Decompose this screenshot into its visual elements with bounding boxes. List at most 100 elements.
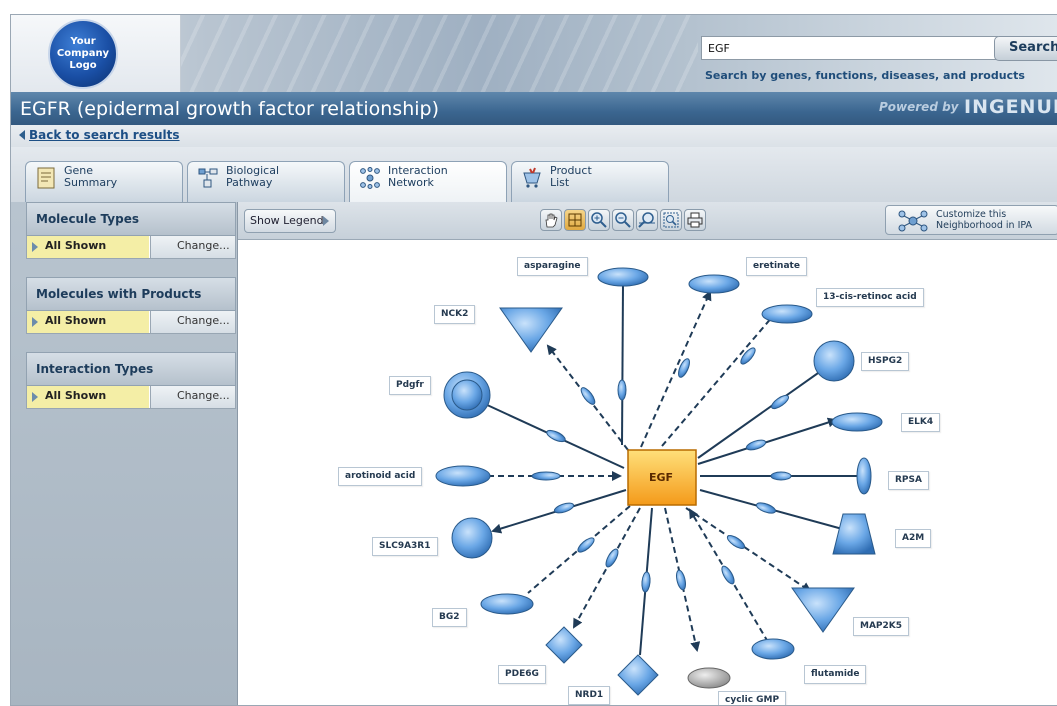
node-label[interactable]: arotinoid acid	[338, 467, 423, 486]
node-label[interactable]: 13-cis-retinoc acid	[816, 288, 924, 307]
back-to-search-link[interactable]: Back to search results	[29, 128, 180, 142]
node-label[interactable]: A2M	[895, 529, 932, 548]
back-arrow-icon[interactable]	[19, 130, 25, 140]
zoom-box-icon[interactable]	[660, 209, 682, 231]
all-shown-status: All Shown	[27, 236, 149, 258]
node-flutamide[interactable]	[751, 638, 795, 660]
node-label[interactable]: NRD1	[568, 686, 611, 705]
node-label[interactable]: flutamide	[804, 665, 867, 684]
node-label[interactable]: eretinate	[746, 257, 807, 276]
node-label[interactable]: HSPG2	[861, 352, 910, 371]
node-asparagine[interactable]	[597, 267, 649, 287]
show-legend-button[interactable]: Show Legend	[244, 209, 336, 233]
node-label[interactable]: BG2	[432, 608, 467, 627]
tab-biological-pathway[interactable]: Biological Pathway	[187, 161, 345, 202]
section-title[interactable]: Interaction Types	[26, 352, 236, 386]
tab-label: Product List	[550, 164, 592, 189]
node-nrd1[interactable]	[617, 654, 659, 696]
node-nck2[interactable]	[499, 307, 563, 353]
filter-sidebar: Molecule Types All Shown Change... Molec…	[11, 202, 238, 705]
all-shown-status: All Shown	[27, 386, 149, 408]
molecule-types-section: Molecule Types All Shown Change...	[26, 202, 236, 259]
expand-arrow-icon	[32, 392, 38, 402]
pathway-icon	[198, 168, 218, 188]
logo-area: Your Company Logo	[11, 15, 181, 92]
print-icon[interactable]	[684, 209, 706, 231]
node-map2k5[interactable]	[791, 587, 855, 633]
molecules-with-products-section: Molecules with Products All Shown Change…	[26, 277, 236, 334]
node-label[interactable]: SLC9A3R1	[372, 537, 438, 556]
status-label: All Shown	[45, 389, 107, 402]
node-label[interactable]: RPSA	[888, 471, 929, 490]
search-button[interactable]: Search	[994, 36, 1057, 61]
tab-product-list[interactable]: Product List	[511, 161, 669, 202]
status-label: All Shown	[45, 239, 107, 252]
tab-label: Biological Pathway	[226, 164, 280, 189]
node-label[interactable]: MAP2K5	[853, 617, 910, 636]
header-banner: Your Company Logo Search Search by genes…	[11, 15, 1057, 92]
search-input[interactable]	[701, 36, 998, 60]
hand-icon[interactable]	[540, 209, 562, 231]
customize-label: Customize this Neighborhood in IPA	[936, 209, 1033, 231]
node-label[interactable]: asparagine	[517, 257, 588, 276]
node-a2m[interactable]	[832, 513, 876, 555]
network-icon	[360, 167, 380, 189]
zoom-out-icon[interactable]	[612, 209, 634, 231]
network-canvas[interactable]: EGF asparagine eretinate 13-cis-retinoc …	[238, 240, 1057, 705]
document-icon	[37, 167, 55, 189]
edge-map2k5[interactable]	[685, 507, 812, 593]
status-label: All Shown	[45, 314, 107, 327]
node-retinoic-acid[interactable]	[761, 304, 813, 324]
fit-icon[interactable]	[564, 209, 586, 231]
node-hspg2[interactable]	[813, 340, 855, 382]
node-slc9a3r1[interactable]	[451, 517, 493, 559]
zoom-reset-icon[interactable]	[636, 209, 658, 231]
tab-gene-summary[interactable]: Gene Summary	[25, 161, 183, 202]
filter-row: All Shown Change...	[26, 311, 236, 334]
node-label[interactable]: ELK4	[901, 413, 941, 432]
section-title[interactable]: Molecules with Products	[26, 277, 236, 311]
node-elk4[interactable]	[831, 412, 883, 432]
title-bar: EGFR (epidermal growth factor relationsh…	[11, 92, 1057, 125]
node-eretinate[interactable]	[688, 274, 740, 294]
customize-neighborhood-button[interactable]: Customize this Neighborhood in IPA	[885, 205, 1057, 235]
expand-arrow-icon	[323, 216, 329, 226]
node-label[interactable]: PDE6G	[498, 665, 546, 684]
edge-asparagine[interactable]	[621, 283, 624, 446]
change-button[interactable]: Change...	[150, 386, 235, 408]
edge-retinoic-acid[interactable]	[661, 315, 774, 447]
change-button[interactable]: Change...	[150, 311, 235, 333]
legend-label: Show Legend	[250, 214, 324, 227]
cart-icon	[523, 167, 541, 188]
node-rpsa[interactable]	[856, 457, 872, 495]
network-toolbar: Show Legend Customize this Neighborhood …	[238, 202, 1057, 240]
interaction-types-section: Interaction Types All Shown Change...	[26, 352, 236, 409]
node-bg2[interactable]	[480, 593, 534, 615]
search-help-text: Search by genes, functions, diseases, an…	[705, 69, 1025, 82]
filter-row: All Shown Change...	[26, 236, 236, 259]
brand-logo-text: INGENUIT	[964, 96, 1057, 118]
network-icon	[898, 210, 928, 232]
tab-label: Interaction Network	[388, 164, 448, 189]
tab-interaction-network[interactable]: Interaction Network	[349, 161, 507, 203]
back-row: Back to search results	[11, 125, 1057, 147]
powered-by-text: Powered by	[879, 100, 959, 114]
node-cyclic-gmp[interactable]	[687, 667, 731, 689]
tab-label: Gene Summary	[64, 164, 118, 189]
node-arotinoid[interactable]	[435, 465, 491, 487]
page-title: EGFR (epidermal growth factor relationsh…	[20, 98, 439, 120]
node-label[interactable]: NCK2	[434, 305, 476, 324]
app-window: Your Company Logo Search Search by genes…	[10, 14, 1057, 706]
edge-elk4[interactable]	[697, 417, 838, 465]
edge-eretinate[interactable]	[640, 290, 712, 448]
expand-arrow-icon	[32, 242, 38, 252]
zoom-in-icon[interactable]	[588, 209, 610, 231]
node-pde6g[interactable]	[545, 626, 583, 664]
node-label[interactable]: Pdgfr	[389, 376, 431, 395]
change-button[interactable]: Change...	[150, 236, 235, 258]
section-title[interactable]: Molecule Types	[26, 202, 236, 236]
node-label[interactable]: cyclic GMP	[718, 691, 787, 705]
node-pdgfr-inner	[451, 379, 483, 411]
company-logo[interactable]: Your Company Logo	[48, 19, 118, 89]
expand-arrow-icon	[32, 317, 38, 327]
